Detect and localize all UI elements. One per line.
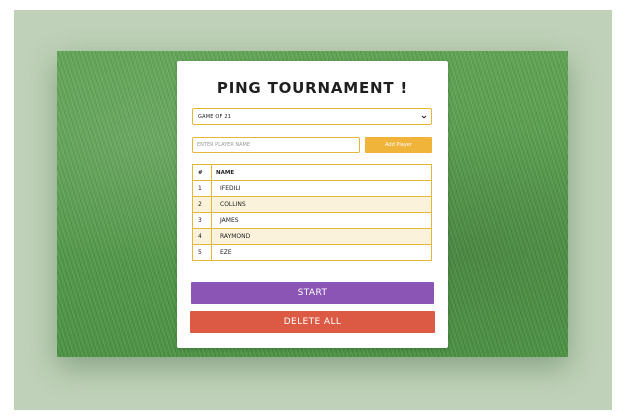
column-header-name: NAME [211,164,432,181]
table-row: 1 IFEDILI [192,180,432,197]
start-button-label: START [297,288,328,298]
table-row: 3 JAMES [192,212,432,229]
player-name-cell: IFEDILI [211,180,432,197]
player-name-cell: JAMES [211,212,432,229]
tournament-card: PING TOURNAMENT ! GAME OF 21 Add Player … [177,61,448,348]
add-player-button[interactable]: Add Player [365,137,432,153]
add-player-button-label: Add Player [385,142,412,148]
start-button[interactable]: START [191,282,434,304]
player-name-cell: COLLINS [211,196,432,213]
row-number-cell: 3 [192,212,212,229]
row-number-cell: 1 [192,180,212,197]
game-mode-selected-value: GAME OF 21 [198,113,232,120]
page-title: PING TOURNAMENT ! [216,79,409,97]
table-row: 5 EZE [192,244,432,261]
player-name-input[interactable] [192,137,360,153]
column-header-number: # [192,164,212,181]
table-header-row: # NAME [192,164,432,181]
table-row: 2 COLLINS [192,196,432,213]
player-name-cell: EZE [211,244,432,261]
row-number-cell: 5 [192,244,212,261]
row-number-cell: 4 [192,228,212,245]
table-row: 4 RAYMOND [192,228,432,245]
game-mode-select[interactable]: GAME OF 21 [192,108,432,125]
delete-all-button[interactable]: DELETE ALL [190,311,435,333]
row-number-cell: 2 [192,196,212,213]
chevron-down-icon [421,115,427,118]
delete-all-button-label: DELETE ALL [283,317,342,327]
players-table: # NAME 1 IFEDILI 2 COLLINS 3 JAMES 4 RAY… [192,164,432,261]
player-name-cell: RAYMOND [211,228,432,245]
